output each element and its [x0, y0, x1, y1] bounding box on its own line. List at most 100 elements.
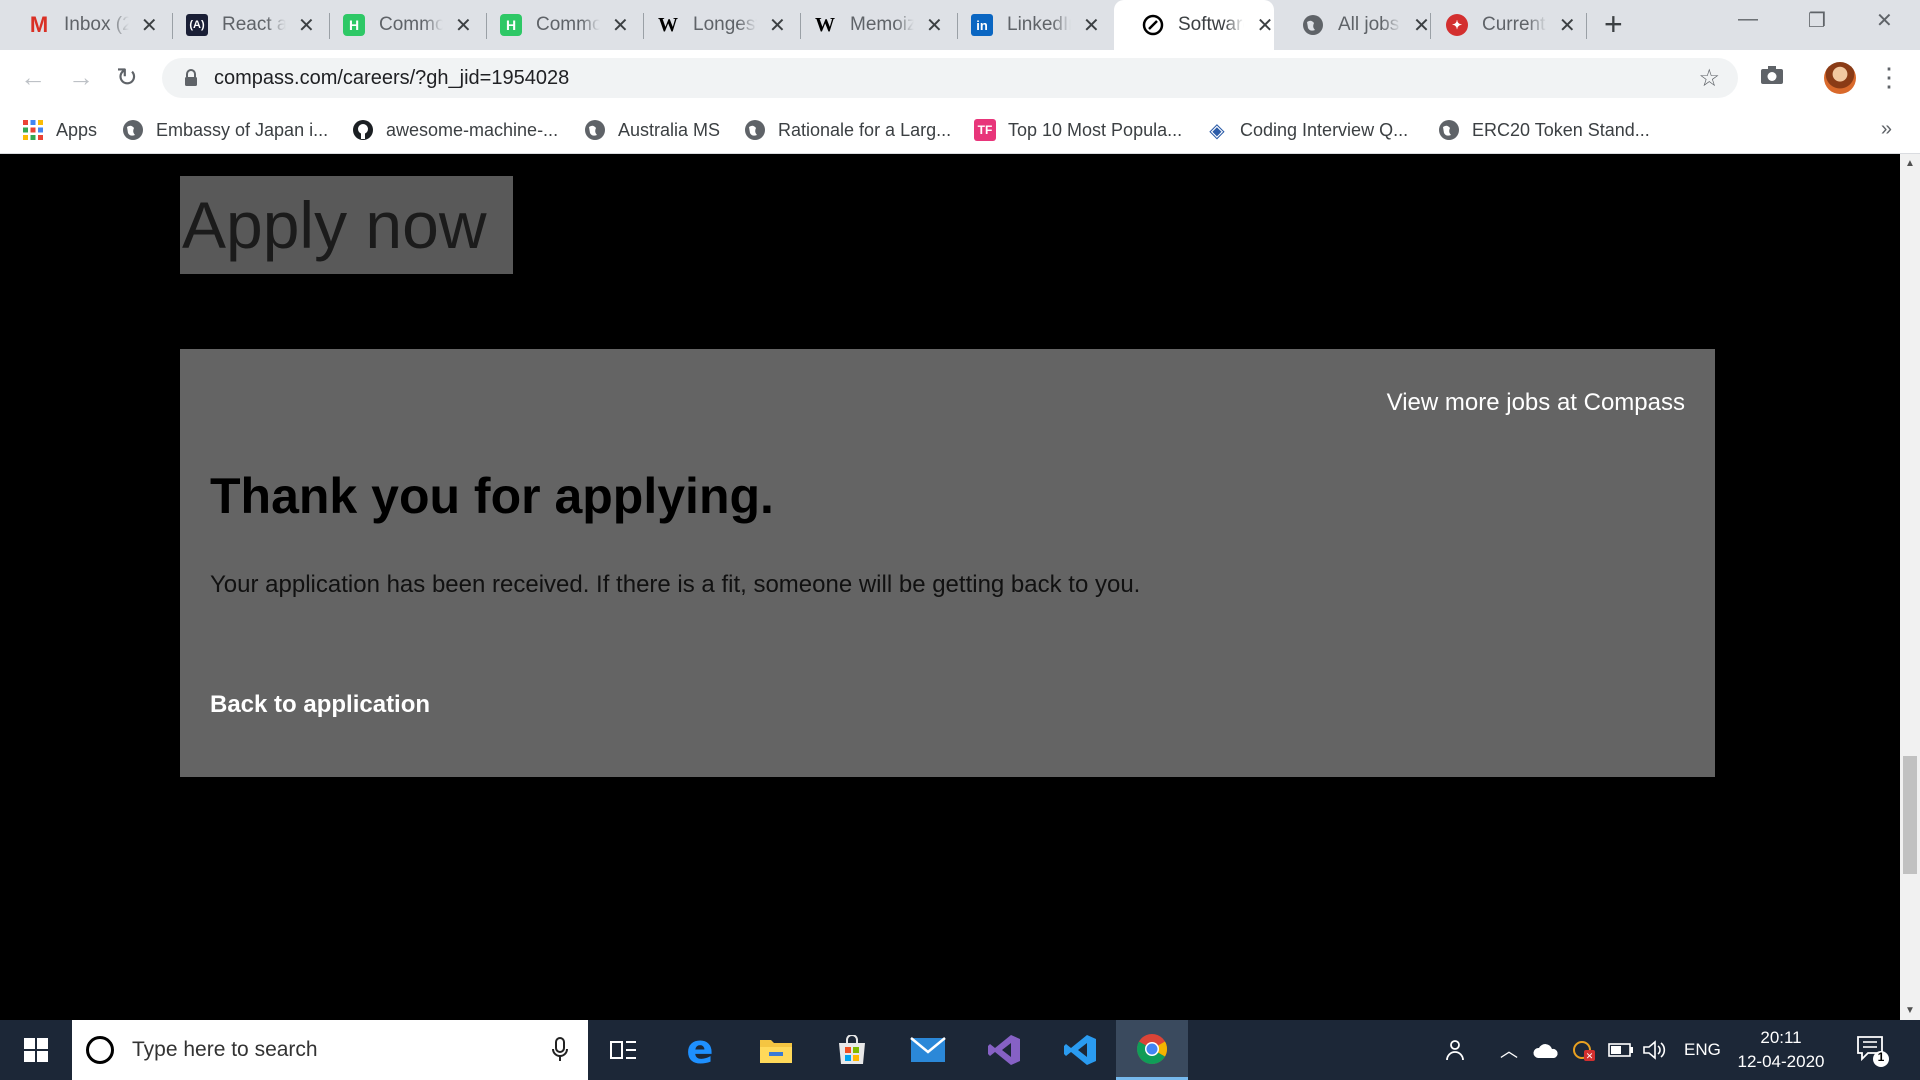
- page-scrollbar[interactable]: ▲ ▼: [1900, 154, 1920, 1020]
- tab-react-app[interactable]: (A) React ap ✕: [158, 0, 315, 50]
- file-explorer-icon[interactable]: [740, 1020, 812, 1080]
- edge-icon[interactable]: e: [664, 1020, 736, 1080]
- close-icon[interactable]: ✕: [1559, 13, 1576, 38]
- scroll-up-icon[interactable]: ▲: [1905, 158, 1915, 169]
- bookmark-embassy-of-japan[interactable]: Embassy of Japan i...: [122, 116, 328, 144]
- bookmark-top-10[interactable]: TF Top 10 Most Popula...: [974, 116, 1182, 144]
- diamond-icon: ◈: [1209, 119, 1225, 142]
- back-to-application-link[interactable]: Back to application: [210, 691, 430, 719]
- close-icon[interactable]: ✕: [1256, 13, 1274, 38]
- tab-all-jobs[interactable]: All jobs ✕: [1274, 0, 1430, 50]
- cortana-icon[interactable]: [86, 1036, 114, 1064]
- microphone-icon[interactable]: [552, 1037, 568, 1068]
- close-icon[interactable]: ✕: [769, 13, 786, 38]
- taskbar-search[interactable]: Type here to search: [72, 1020, 588, 1080]
- tab-title: Memoiz: [850, 14, 914, 35]
- tab-linkedin[interactable]: in LinkedIn ✕: [943, 0, 1100, 50]
- back-arrow-icon[interactable]: ←: [20, 62, 46, 92]
- github-icon: [352, 119, 374, 141]
- visual-studio-icon[interactable]: [968, 1020, 1040, 1080]
- speaker-icon[interactable]: [1642, 1020, 1668, 1080]
- close-icon[interactable]: ✕: [612, 13, 629, 38]
- clock-date: 12-04-2020: [1737, 1052, 1825, 1071]
- vscode-icon[interactable]: [1044, 1020, 1116, 1080]
- page-content: Apply now View more jobs at Compass Than…: [0, 154, 1900, 1020]
- restore-icon[interactable]: ❐: [1808, 8, 1826, 33]
- hackerrank-icon: H: [500, 14, 522, 36]
- language-indicator[interactable]: ENG: [1684, 1020, 1721, 1080]
- notification-center-icon[interactable]: 1: [1856, 1034, 1890, 1073]
- tab-inbox[interactable]: M Inbox (2 ✕: [0, 0, 158, 50]
- tab-title: LinkedIn: [1007, 14, 1071, 35]
- red-app-icon: ✦: [1446, 14, 1468, 36]
- people-icon[interactable]: [1444, 1020, 1468, 1080]
- tab-common-1[interactable]: H Common ✕: [315, 0, 472, 50]
- bookmark-label: awesome-machine-...: [386, 119, 559, 140]
- tab-divider: [1586, 13, 1587, 39]
- bookmark-star-icon[interactable]: ☆: [1698, 64, 1720, 93]
- bookmark-erc20[interactable]: ERC20 Token Stand...: [1438, 116, 1650, 144]
- more-menu-icon[interactable]: ⋮: [1876, 62, 1902, 92]
- battery-icon[interactable]: [1608, 1020, 1634, 1080]
- bookmark-label: Australia MS: [618, 119, 721, 140]
- bookmark-rationale[interactable]: Rationale for a Larg...: [744, 116, 951, 144]
- reload-icon[interactable]: ↻: [116, 62, 138, 92]
- apply-now-button[interactable]: Apply now: [180, 176, 513, 274]
- close-icon[interactable]: ✕: [1083, 13, 1100, 38]
- bookmark-label: Apps: [56, 119, 98, 140]
- wikipedia-icon: W: [815, 13, 835, 36]
- bookmark-awesome-machine[interactable]: awesome-machine-...: [352, 116, 558, 144]
- windows-start-icon[interactable]: [0, 1020, 72, 1080]
- onedrive-icon[interactable]: [1532, 1020, 1560, 1080]
- tab-title: Current: [1482, 14, 1546, 35]
- notification-count: 1: [1877, 1050, 1885, 1064]
- compass-icon: [1142, 14, 1164, 36]
- globe-icon: [1438, 119, 1460, 141]
- forward-arrow-icon[interactable]: →: [68, 62, 94, 92]
- wikipedia-icon: W: [658, 13, 678, 36]
- chevron-up-icon[interactable]: ︿: [1500, 1020, 1518, 1080]
- globe-icon: [122, 119, 144, 141]
- tab-title: All jobs: [1338, 14, 1400, 35]
- security-status-icon[interactable]: ✕: [1572, 1020, 1596, 1080]
- bookmark-label: Rationale for a Larg...: [778, 119, 952, 140]
- tab-title: React ap: [222, 14, 286, 35]
- chrome-icon[interactable]: [1116, 1020, 1188, 1080]
- new-tab-button[interactable]: +: [1604, 8, 1623, 40]
- tab-current[interactable]: ✦ Current ✕: [1418, 0, 1576, 50]
- microsoft-store-icon[interactable]: [816, 1020, 888, 1080]
- tab-memoiz[interactable]: W Memoiz ✕: [786, 0, 943, 50]
- system-clock[interactable]: 20:11 12-04-2020: [1736, 1026, 1826, 1074]
- tab-title: Inbox (2: [64, 14, 129, 35]
- close-icon[interactable]: ✕: [141, 13, 158, 38]
- close-window-icon[interactable]: ✕: [1876, 8, 1893, 33]
- tab-longest[interactable]: W Longest ✕: [629, 0, 786, 50]
- tab-common-2[interactable]: H Common ✕: [472, 0, 629, 50]
- close-icon[interactable]: ✕: [455, 13, 472, 38]
- camera-icon[interactable]: [1760, 64, 1784, 91]
- tab-title: Common: [536, 14, 600, 35]
- bookmark-coding-interview[interactable]: ◈ Coding Interview Q...: [1206, 116, 1408, 144]
- close-icon[interactable]: ✕: [926, 13, 943, 38]
- mail-icon[interactable]: [892, 1020, 964, 1080]
- bookmark-australia-ms[interactable]: Australia MS: [584, 116, 720, 144]
- tf-icon: TF: [974, 119, 996, 141]
- close-icon[interactable]: ✕: [298, 13, 315, 38]
- address-bar[interactable]: compass.com/careers/?gh_jid=1954028 ☆: [162, 58, 1738, 98]
- linkedin-icon: in: [971, 14, 993, 36]
- minimize-icon[interactable]: —: [1738, 8, 1758, 31]
- confirmation-message: Your application has been received. If t…: [210, 571, 1141, 598]
- bookmarks-bar: Apps Embassy of Japan i... awesome-machi…: [0, 106, 1920, 154]
- bookmark-apps[interactable]: Apps: [22, 116, 97, 144]
- confirmation-panel: View more jobs at Compass Thank you for …: [180, 349, 1715, 777]
- scrollbar-thumb[interactable]: [1903, 756, 1917, 874]
- chevron-double-right-icon[interactable]: »: [1881, 118, 1892, 141]
- task-view-icon[interactable]: [588, 1020, 660, 1080]
- view-more-jobs-link[interactable]: View more jobs at Compass: [1387, 389, 1685, 417]
- globe-icon: [1302, 14, 1324, 36]
- tab-title: Software: [1178, 14, 1244, 35]
- tab-software[interactable]: Software ✕: [1114, 0, 1274, 50]
- scroll-down-icon[interactable]: ▼: [1905, 1005, 1915, 1016]
- profile-avatar[interactable]: [1824, 62, 1856, 94]
- gmail-icon: M: [29, 12, 49, 37]
